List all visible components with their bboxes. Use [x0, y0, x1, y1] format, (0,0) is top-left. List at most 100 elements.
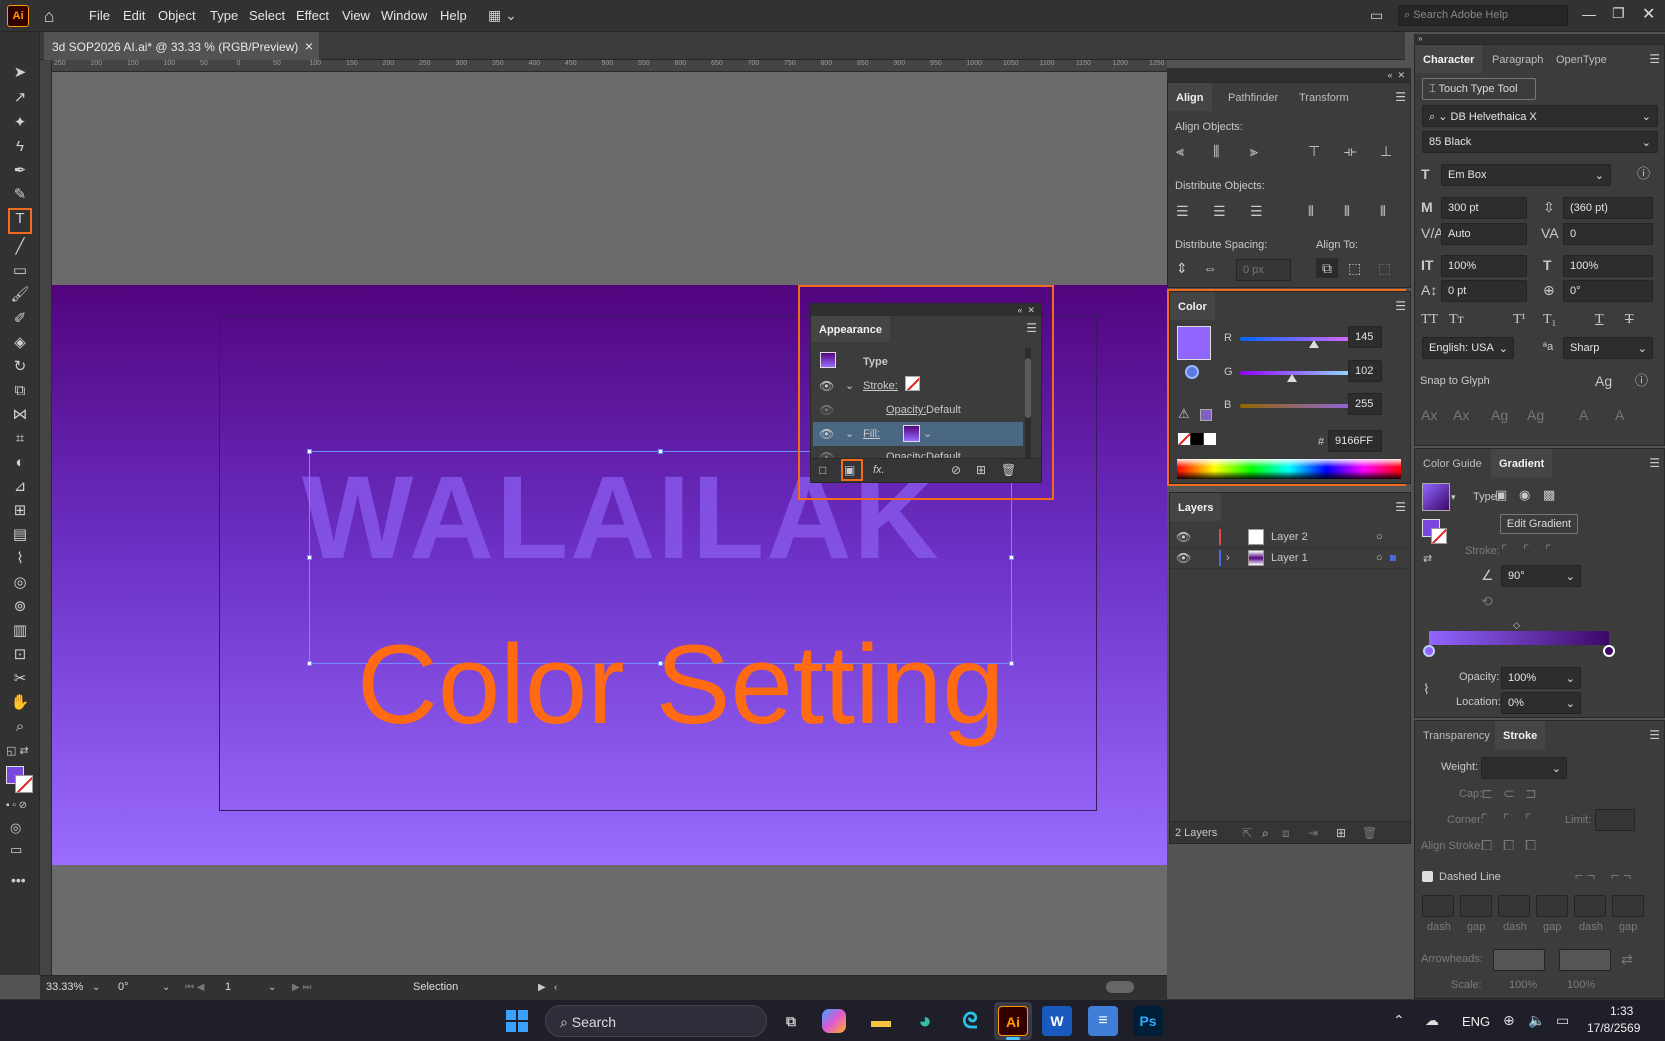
character-panel-menu-icon[interactable]: ☰ — [1649, 49, 1660, 69]
tracking-input[interactable]: 0 — [1563, 223, 1653, 245]
vertical-scale-input[interactable]: 100% — [1441, 255, 1527, 277]
mesh-tool-icon[interactable]: ⊞ — [8, 500, 32, 522]
red-slider-thumb[interactable] — [1308, 340, 1319, 348]
canvas[interactable]: WALAILAK Color Setting « ✕ Appearance ☰ … — [52, 72, 1167, 975]
stroke-visibility-eye-icon[interactable]: 👁 — [819, 376, 834, 396]
align-to-artboard-icon[interactable]: ⬚ — [1378, 258, 1391, 278]
menu-type[interactable]: Type — [210, 8, 238, 23]
gradient-midpoint-diamond[interactable]: ◇ — [1513, 615, 1520, 635]
snap-glyph-icon[interactable]: Ag — [1595, 371, 1612, 391]
appearance-scrollbar[interactable] — [1025, 348, 1031, 458]
gradient-swatch-dropdown-icon[interactable]: ▾ — [1451, 487, 1456, 507]
blue-value-input[interactable]: 255 — [1348, 393, 1382, 415]
gradient-preview-swatch[interactable] — [1422, 483, 1450, 511]
clock-date[interactable]: 17/8/2569 — [1587, 1021, 1640, 1035]
minimize-button[interactable]: — — [1582, 6, 1596, 22]
distribute-left-icon[interactable]: ⫴ — [1308, 201, 1314, 221]
subscript-icon[interactable]: T₁ — [1543, 310, 1556, 330]
tab-character[interactable]: Character — [1415, 45, 1483, 73]
tab-align[interactable]: Align — [1168, 83, 1212, 111]
gap-input-1[interactable] — [1460, 895, 1492, 917]
gradient-start-stop[interactable] — [1423, 645, 1435, 657]
more-tools-icon[interactable]: ••• — [11, 872, 26, 888]
appearance-menu-icon[interactable]: ☰ — [1026, 318, 1037, 338]
zoom-tool-icon[interactable]: ⌕ — [8, 716, 32, 738]
snap-baseline-icon[interactable]: Ax — [1421, 405, 1437, 425]
gap-input-3[interactable] — [1612, 895, 1644, 917]
round-join-icon[interactable]: ⌜ — [1503, 809, 1510, 829]
gradient-end-stop[interactable] — [1603, 645, 1615, 657]
distribute-spacing-input[interactable]: 0 px — [1236, 259, 1291, 281]
task-view-icon[interactable]: ⧉ — [776, 1006, 806, 1036]
perspective-grid-tool-icon[interactable]: ⊿ — [8, 476, 32, 498]
new-sublayer-icon[interactable]: ⇥ — [1308, 823, 1318, 843]
help-search-input[interactable]: ⌕ Search Adobe Help — [1398, 5, 1568, 26]
tab-gradient[interactable]: Gradient — [1491, 449, 1553, 477]
word-taskbar-icon[interactable]: W — [1042, 1006, 1072, 1036]
info-icon[interactable]: ⓘ — [1637, 164, 1650, 184]
stroke-toggle-swatch[interactable] — [1431, 528, 1447, 544]
stroke-none-swatch[interactable] — [905, 376, 920, 391]
align-right-icon[interactable]: ⫸ — [1250, 141, 1258, 161]
duplicate-item-icon[interactable]: ⊞ — [976, 460, 986, 480]
edge-browser-icon[interactable]: ◕ — [910, 1006, 940, 1036]
stroke-along-icon[interactable]: ⌜ — [1523, 540, 1530, 560]
black-swatch[interactable] — [1191, 433, 1203, 445]
tab-appearance[interactable]: Appearance — [811, 316, 890, 342]
butt-cap-icon[interactable]: ⊏ — [1481, 783, 1493, 803]
slice-tool-icon[interactable]: ✂ — [8, 668, 32, 690]
tab-color[interactable]: Color — [1170, 292, 1215, 320]
symbol-sprayer-tool-icon[interactable]: ⊚ — [8, 596, 32, 618]
scale-tool-icon[interactable]: ⧉ — [8, 380, 32, 402]
green-value-input[interactable]: 102 — [1348, 360, 1382, 382]
layer-row[interactable]: 👁 Layer 2 ○ — [1170, 527, 1410, 548]
stroke-panel-menu-icon[interactable]: ☰ — [1649, 725, 1660, 745]
rectangle-tool-icon[interactable]: ▭ — [8, 260, 32, 282]
home-icon[interactable]: ⌂ — [38, 5, 60, 27]
drawing-mode-icon[interactable]: ◎ — [10, 820, 21, 836]
screen-mode-icon[interactable]: ▭ — [10, 842, 22, 858]
gradient-opacity-input[interactable]: 100% ⌄ — [1501, 667, 1581, 689]
shape-builder-tool-icon[interactable]: ◐ — [8, 452, 32, 474]
snap-angular-icon[interactable]: A — [1579, 405, 1588, 425]
gradient-location-input[interactable]: 0% ⌄ — [1501, 692, 1581, 714]
dash-input-2[interactable] — [1498, 895, 1530, 917]
appearance-opacity-label[interactable]: Opacity: — [886, 404, 926, 416]
dash-preserve-icon[interactable]: ⌐ ¬ — [1575, 865, 1595, 885]
menu-select[interactable]: Select — [249, 8, 285, 23]
snap-anchor-icon[interactable]: A — [1615, 405, 1624, 425]
gradient-angle-input[interactable]: 90° ⌄ — [1501, 565, 1581, 587]
layer1-target-icon[interactable]: ○ — [1376, 548, 1383, 568]
tab-pathfinder[interactable]: Pathfinder — [1220, 83, 1286, 111]
pen-tool-icon[interactable]: ✒ — [8, 160, 32, 182]
add-effect-fx-button[interactable]: fx. — [873, 464, 885, 476]
menu-object[interactable]: Object — [158, 8, 196, 23]
color-panel-menu-icon[interactable]: ☰ — [1395, 296, 1406, 316]
distribute-bottom-icon[interactable]: ☰ — [1250, 201, 1263, 221]
line-tool-icon[interactable]: ╱ — [8, 236, 32, 258]
globe-icon[interactable]: ⊕ — [1503, 1010, 1515, 1030]
dash-align-icon[interactable]: ⌐ ¬ — [1611, 865, 1631, 885]
align-stroke-inside-icon[interactable]: ⧠ — [1503, 835, 1514, 855]
small-caps-icon[interactable]: Tт — [1449, 310, 1464, 330]
clipping-mask-icon[interactable]: ⧈ — [1282, 823, 1290, 843]
strikethrough-icon[interactable]: T — [1625, 310, 1634, 330]
taskbar-search-box[interactable]: ⌕ Search — [545, 1005, 767, 1037]
color-spectrum-bar[interactable] — [1177, 459, 1401, 479]
stroke-within-icon[interactable]: ⌜ — [1501, 540, 1508, 560]
stroke-limit-input[interactable] — [1595, 809, 1635, 831]
reverse-gradient-icon[interactable]: ⇄ — [1423, 549, 1432, 569]
export-layer-icon[interactable]: ⇱ — [1242, 823, 1252, 843]
tray-chevron-up-icon[interactable]: ⌃ — [1393, 1010, 1405, 1030]
white-swatch[interactable] — [1204, 433, 1216, 445]
close-tab-icon[interactable]: × — [305, 38, 313, 54]
artboard-tool-icon[interactable]: ⊡ — [8, 644, 32, 666]
hex-value-input[interactable]: 9166FF — [1328, 430, 1382, 452]
edit-gradient-button[interactable]: Edit Gradient — [1500, 514, 1578, 534]
menu-effect[interactable]: Effect — [296, 8, 329, 23]
shaper-tool-icon[interactable]: ✐ — [8, 308, 32, 330]
snap-info-icon[interactable]: ⓘ — [1635, 371, 1648, 391]
language-dropdown[interactable]: English: USA ⌄ — [1422, 337, 1514, 359]
right-dock-collapse-bar[interactable]: » — [1414, 34, 1665, 44]
layer1-selection-square[interactable] — [1390, 555, 1396, 561]
